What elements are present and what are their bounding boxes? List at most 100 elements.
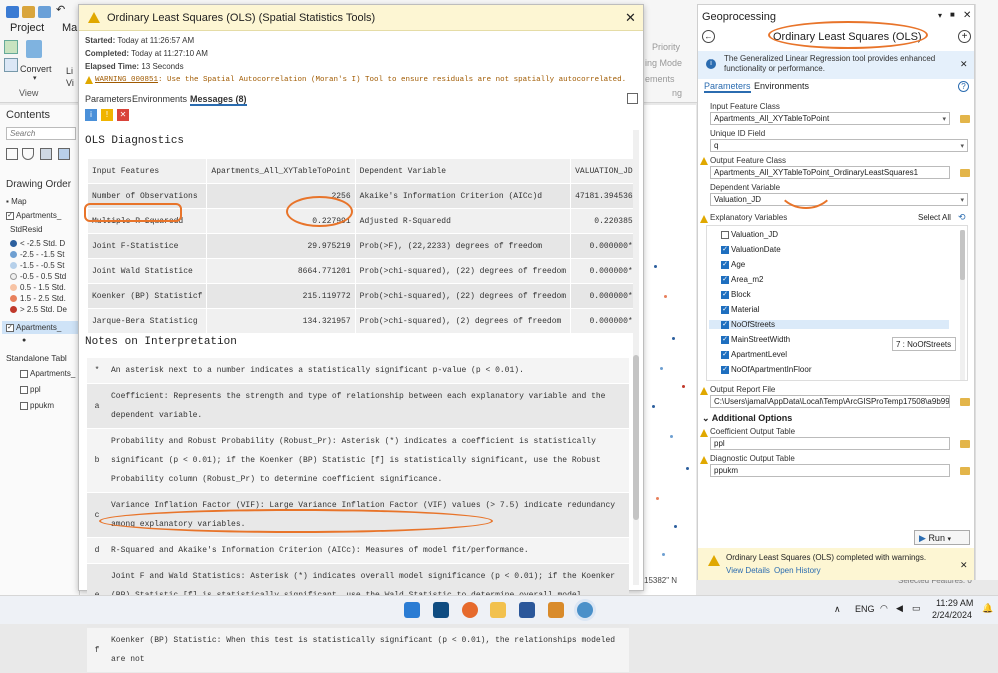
tab-parameters[interactable]: Parameters [85,94,132,104]
explore-tool-icon[interactable] [4,58,18,72]
checkbox[interactable]: ✓ [721,290,729,299]
volume-icon[interactable]: ◀ [896,603,903,614]
copy-icon[interactable] [627,93,638,104]
wifi-icon[interactable]: ◠ [880,603,888,614]
checkbox-icon[interactable]: ✓ [6,211,14,220]
close-icon[interactable]: ✕ [625,10,636,26]
tray-chevron-icon[interactable]: ∧ [834,604,841,615]
scrollbar[interactable] [960,230,965,380]
scrollbar[interactable] [633,130,639,585]
checkbox[interactable]: ✓ [721,275,729,284]
view-details-link[interactable]: View Details [726,566,770,575]
folder-icon[interactable] [960,169,970,177]
variable-item[interactable]: ✓ MainStreetWidth [721,335,790,344]
database-icon[interactable] [22,148,34,160]
table-item[interactable]: ppukm [20,401,54,410]
close-icon[interactable]: ✕ [960,560,968,571]
variable-item[interactable]: Valuation_JD [721,230,778,239]
notification-icon[interactable]: 🔔 [982,603,993,614]
folder-icon[interactable] [960,440,970,448]
folder-icon[interactable] [960,398,970,406]
convert-icon[interactable] [26,40,42,58]
variable-item[interactable]: ✓ Age [721,260,745,269]
diagnostic-output-field[interactable]: ppukm [710,464,950,477]
checkbox[interactable]: ✓ [721,245,729,254]
output-report-file-field[interactable]: C:\Users\jamal\AppData\Local\Temp\ArcGIS… [710,395,950,408]
convert-button[interactable]: Convert [20,64,52,74]
variable-item[interactable]: ✓ ValuationDate [721,245,781,254]
windows-start-icon[interactable] [404,602,420,618]
add-icon[interactable]: + [958,30,971,43]
save-project-icon[interactable] [38,6,51,18]
close-icon[interactable]: ✕ [963,10,971,21]
variable-item[interactable]: ✓ Area_m2 [721,275,763,284]
chevron-down-icon[interactable]: ▾ [960,142,964,150]
checkbox[interactable] [721,230,729,239]
save-icon[interactable] [6,6,19,18]
chevron-down-icon[interactable]: ▾ [947,536,951,543]
contents-search-input[interactable]: Search [6,127,76,140]
checkbox[interactable]: ✓ [721,305,729,314]
app-icon[interactable] [548,602,564,618]
scrollbar-thumb[interactable] [960,230,965,280]
select-tool-icon[interactable] [4,40,18,54]
scrollbar-thumb[interactable] [633,355,639,520]
help-icon[interactable]: ? [958,81,969,92]
warning-filter-icon[interactable]: ! [101,109,113,121]
tab-environments[interactable]: Environments [132,94,187,104]
checkbox[interactable]: ✓ [721,365,729,374]
close-icon[interactable]: ✕ [960,59,968,70]
map-view-right[interactable]: 15382" N [642,105,696,595]
open-folder-icon[interactable] [22,6,35,18]
tab-parameters[interactable]: Parameters [704,81,751,93]
error-filter-icon[interactable]: ✕ [117,109,129,121]
variable-item[interactable]: ✓ Material [721,305,759,314]
tab-project[interactable]: Project [10,22,44,34]
checkbox-icon[interactable]: ✓ [6,323,14,332]
checkbox[interactable]: ✓ [721,320,729,329]
firefox-icon[interactable] [462,602,478,618]
run-button[interactable]: ▶ Run ▾ [914,530,970,545]
refresh-icon[interactable]: ⟲ [958,212,966,223]
app-icon[interactable] [433,602,449,618]
input-feature-class-field[interactable]: Apartments_All_XYTableToPoint ▾ [710,112,950,125]
file-explorer-icon[interactable] [490,602,506,618]
checkbox[interactable]: ✓ [721,335,729,344]
language-indicator[interactable]: ENG [855,604,875,614]
table-item[interactable]: Apartments_ [20,369,75,378]
undo-icon[interactable]: ↶ [56,3,66,16]
select-all-link[interactable]: Select All [918,213,951,222]
clock-time[interactable]: 11:29 AM [936,598,973,608]
checkbox[interactable]: ✓ [721,350,729,359]
layer-item-apartments-selected[interactable]: ✓ Apartments_ [2,321,78,334]
chevron-down-icon[interactable]: ▾ [960,196,964,204]
open-history-link[interactable]: Open History [774,566,821,575]
variable-item[interactable]: ✓ NoOfApartmentInFloor [721,365,811,374]
info-filter-icon[interactable]: i [85,109,97,121]
checkbox[interactable]: ✓ [721,260,729,269]
variable-item[interactable]: ✓ Block [721,290,751,299]
pin-icon[interactable]: ■ [950,10,955,19]
battery-icon[interactable]: ▭ [912,603,921,614]
map-item[interactable]: ▪ Map [6,197,27,206]
warning-code-link[interactable]: WARNING 000851 [95,76,158,84]
arcgis-pro-icon[interactable] [577,602,593,618]
additional-options-header[interactable]: ⌄ Additional Options [702,413,792,424]
tab-environments[interactable]: Environments [754,81,809,91]
explanatory-variables-list[interactable]: Valuation_JD ✓ ValuationDate ✓ Age ✓ Area_m2 ✓ B… [706,225,968,381]
unique-id-field[interactable]: q ▾ [710,139,968,152]
layer-item-apartments[interactable]: ✓ Apartments_ [6,211,61,220]
list-icon[interactable] [6,148,18,160]
variable-item[interactable]: ✓ ApartmentLevel [721,350,787,359]
dependent-variable-field[interactable]: Valuation_JD ▾ [710,193,968,206]
chevron-down-icon[interactable]: ▾ [942,115,946,123]
tab-messages[interactable]: Messages (8) [190,94,247,106]
coefficient-output-field[interactable]: ppl [710,437,950,450]
folder-icon[interactable] [960,467,970,475]
edit-layer-icon[interactable] [58,148,70,160]
table-item[interactable]: ppl [20,385,41,394]
variable-item[interactable]: ✓ NoOfStreets [709,320,949,329]
folder-icon[interactable] [960,115,970,123]
clock-date[interactable]: 2/24/2024 [932,610,972,620]
layer-icon[interactable] [40,148,52,160]
